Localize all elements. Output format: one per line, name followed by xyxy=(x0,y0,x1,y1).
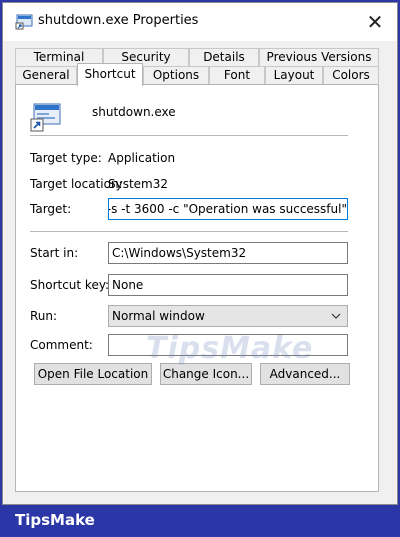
comment-label: Comment: xyxy=(30,338,93,352)
title-bar: shutdown.exe Properties ✕ xyxy=(3,3,397,41)
target-label: Target: xyxy=(30,202,72,216)
tab-shortcut[interactable]: Shortcut xyxy=(77,63,143,86)
run-label: Run: xyxy=(30,309,58,323)
close-button[interactable]: ✕ xyxy=(353,3,397,41)
open-file-location-button[interactable]: Open File Location xyxy=(34,363,152,385)
run-select[interactable]: Normal window xyxy=(108,305,348,327)
tab-general[interactable]: General xyxy=(15,66,77,84)
start-in-label: Start in: xyxy=(30,246,79,260)
tab-font[interactable]: Font xyxy=(209,66,265,84)
comment-input[interactable] xyxy=(108,334,348,356)
target-type-label: Target type: xyxy=(30,151,102,165)
tab-layout[interactable]: Layout xyxy=(265,66,323,84)
shortcut-key-label: Shortcut key: xyxy=(30,278,110,292)
tab-details[interactable]: Details xyxy=(189,48,259,66)
tab-previous-versions[interactable]: Previous Versions xyxy=(259,48,379,66)
shortcut-tab-panel: shutdown.exe Target type: Application Ta… xyxy=(15,84,379,492)
chevron-down-icon xyxy=(331,306,341,326)
divider xyxy=(30,231,348,232)
window-title: shutdown.exe Properties xyxy=(38,13,199,28)
properties-window: shutdown.exe Properties ✕ Terminal Secur… xyxy=(2,2,398,505)
divider xyxy=(30,135,348,136)
tab-options[interactable]: Options xyxy=(143,66,209,84)
tab-row-front: General Shortcut Options Font Layout Col… xyxy=(15,63,379,86)
close-icon: ✕ xyxy=(366,10,384,34)
tab-colors[interactable]: Colors xyxy=(323,66,379,84)
advanced-button[interactable]: Advanced... xyxy=(260,363,350,385)
tab-row-back: Terminal Security Details Previous Versi… xyxy=(15,48,379,66)
run-select-value: Normal window xyxy=(112,309,205,323)
footer-brand: TipsMake xyxy=(15,511,95,529)
target-location-value: System32 xyxy=(108,177,169,191)
target-input[interactable]: own.exe -s -t 3600 -c "Operation was suc… xyxy=(108,198,348,220)
shortcut-name: shutdown.exe xyxy=(92,105,176,119)
shortcut-app-icon xyxy=(15,14,33,30)
target-type-value: Application xyxy=(108,151,176,165)
target-input-text: own.exe -s -t 3600 -c "Operation was suc… xyxy=(109,202,347,216)
shortcut-icon xyxy=(30,103,61,132)
change-icon-button[interactable]: Change Icon... xyxy=(160,363,252,385)
shortcut-key-input[interactable]: None xyxy=(108,274,348,296)
start-in-input[interactable]: C:\Windows\System32 xyxy=(108,242,348,264)
